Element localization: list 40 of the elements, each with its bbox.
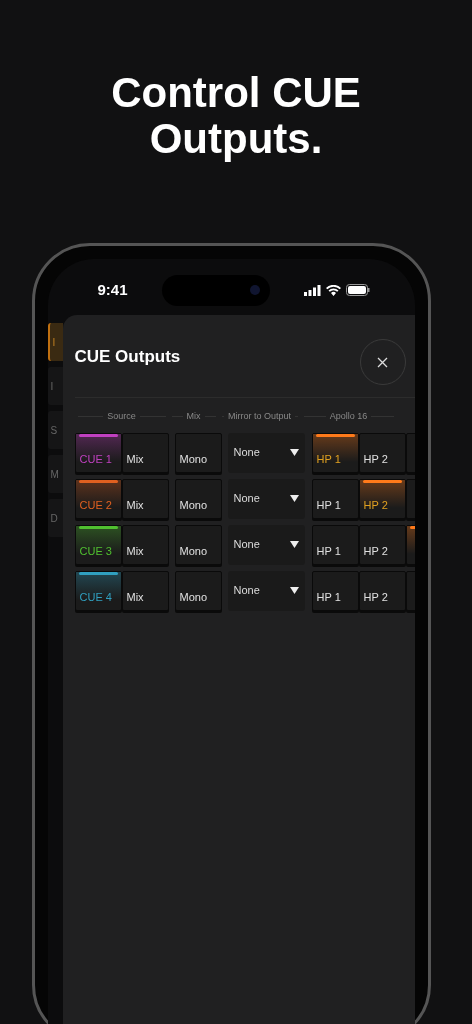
mix-button[interactable]: Mix: [121, 432, 169, 473]
mirror-dropdown[interactable]: None: [227, 570, 305, 611]
mix-button[interactable]: Mix: [121, 478, 169, 519]
mode-button[interactable]: Mono: [174, 570, 222, 611]
source-button[interactable]: CUE 1: [74, 432, 122, 473]
output-button[interactable]: HP 1: [311, 432, 359, 473]
headline: Control CUE Outputs.: [110, 70, 362, 162]
signal-icon: [303, 284, 321, 296]
source-button[interactable]: CUE 3: [74, 524, 122, 565]
caret-icon: [289, 495, 299, 502]
output-button[interactable]: HP 1: [311, 570, 359, 611]
mode-button[interactable]: Mono: [174, 524, 222, 565]
wifi-icon: [325, 284, 341, 296]
mix-button[interactable]: Mix: [121, 570, 169, 611]
status-time: 9:41: [97, 279, 128, 300]
output-button[interactable]: HP 2: [358, 478, 406, 519]
caret-icon: [289, 541, 299, 548]
mode-button[interactable]: Mono: [174, 432, 222, 473]
source-button[interactable]: CUE 2: [74, 478, 122, 519]
column-header: Mix: [186, 410, 201, 423]
source-button[interactable]: CUE 4: [74, 570, 122, 611]
output-button[interactable]: HP 2: [358, 524, 406, 565]
caret-icon: [289, 587, 299, 594]
mirror-dropdown[interactable]: None: [227, 432, 305, 473]
output-button[interactable]: HP 2: [358, 432, 406, 473]
mode-button[interactable]: Mono: [174, 478, 222, 519]
caret-icon: [289, 449, 299, 456]
sidebar-item[interactable]: I: [47, 323, 63, 361]
mix-button[interactable]: Mix: [121, 524, 169, 565]
battery-icon: [345, 284, 370, 296]
close-icon: [377, 356, 388, 368]
column-header: Apollo 16: [329, 410, 368, 423]
output-button[interactable]: HP 1: [311, 478, 359, 519]
column-header: Mirror to Output: [228, 410, 291, 423]
output-button[interactable]: HP 2: [358, 570, 406, 611]
column-header: Source: [107, 410, 136, 423]
sheet-title: CUE Outputs: [74, 346, 181, 369]
mirror-dropdown[interactable]: None: [227, 478, 305, 519]
output-button[interactable]: HP 1: [311, 524, 359, 565]
mirror-dropdown[interactable]: None: [227, 524, 305, 565]
